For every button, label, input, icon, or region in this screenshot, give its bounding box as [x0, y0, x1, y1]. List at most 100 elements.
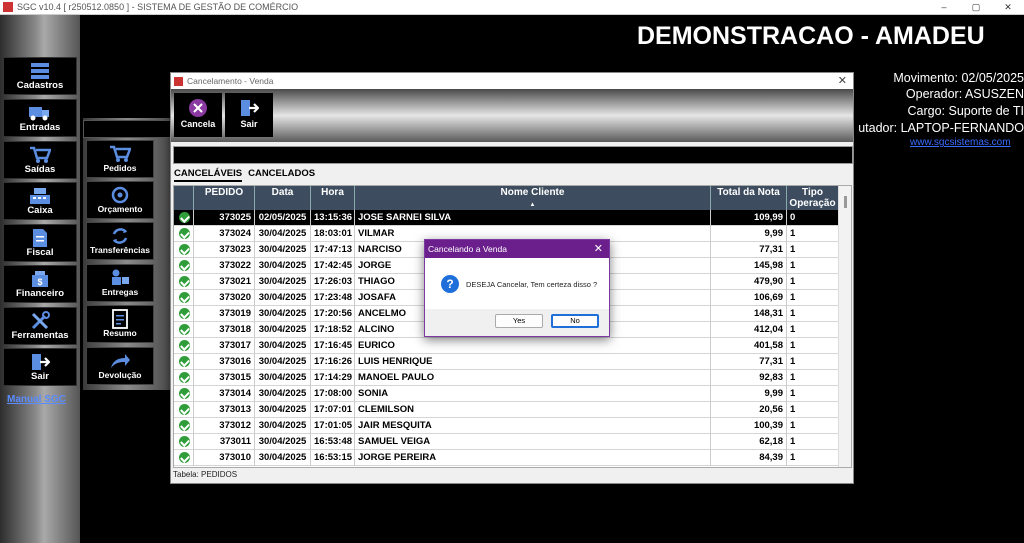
header-hora[interactable]: Hora	[311, 186, 355, 210]
sidebar-item-label: Saídas	[24, 164, 56, 175]
tab-cancelados[interactable]: CANCELADOS	[248, 168, 315, 182]
table-row[interactable]: 373011 30/04/2025 16:53:48 SAMUEL VEIGA 62,1…	[174, 434, 839, 450]
sidebar-item-saidas[interactable]: Saídas	[3, 141, 77, 179]
dialog-title: Cancelando a Venda	[428, 244, 507, 254]
submenu-item-orcamento[interactable]: Orçamento	[86, 181, 154, 219]
maximize-button[interactable]: ▢	[960, 0, 992, 15]
check-icon	[174, 258, 194, 274]
sidebar-item-sair[interactable]: Sair	[3, 348, 77, 386]
minimize-button[interactable]: –	[928, 0, 960, 15]
header-nome-cliente[interactable]: Nome Cliente ▲	[355, 186, 711, 210]
header-tipo-operacao[interactable]: Tipo Operação	[787, 186, 839, 210]
cell-tipo: 1	[787, 226, 839, 242]
cell-data: 30/04/2025	[255, 434, 311, 450]
cell-data: 30/04/2025	[255, 418, 311, 434]
sidebar-item-fiscal[interactable]: Fiscal	[3, 224, 77, 262]
vertical-scrollbar[interactable]	[838, 186, 851, 467]
table-header: PEDIDO Data Hora Nome Cliente ▲ Total da …	[174, 186, 839, 210]
check-icon	[174, 338, 194, 354]
database-icon	[4, 58, 76, 80]
submenu-item-devolucao[interactable]: Devolução	[86, 347, 154, 385]
scrollbar-thumb[interactable]	[844, 196, 847, 208]
cell-hora: 17:42:45	[311, 258, 355, 274]
sidebar-item-label: Sair	[31, 371, 49, 382]
return-icon	[87, 348, 153, 370]
sidebar-item-label: Fiscal	[26, 247, 54, 258]
cell-hora: 17:01:05	[311, 418, 355, 434]
movimento-label: Movimento: 02/05/2025	[893, 71, 1024, 85]
app-titlebar: SGC v10.4 [ r250512.0850 ] - SISTEMA DE …	[0, 0, 1024, 15]
cell-data: 30/04/2025	[255, 274, 311, 290]
sidebar-item-financeiro[interactable]: $ Financeiro	[3, 265, 77, 303]
sidebar-item-caixa[interactable]: Caixa	[3, 182, 77, 220]
no-button[interactable]: No	[551, 314, 599, 328]
check-icon-mark	[179, 356, 190, 367]
sidebar-item-entradas[interactable]: Entradas	[3, 99, 77, 137]
submenu-item-resumo[interactable]: Resumo	[86, 305, 154, 343]
cell-cliente: JAIR MESQUITA	[355, 418, 711, 434]
cell-total: 100,39	[711, 418, 787, 434]
dialog-close-button[interactable]: ✕	[594, 242, 603, 255]
manual-link[interactable]: Manual SGC	[7, 394, 66, 405]
submenu-item-pedidos[interactable]: Pedidos	[86, 140, 154, 178]
cancel-window-titlebar: Cancelamento - Venda ✕	[171, 73, 853, 89]
submenu-item-label: Pedidos	[103, 163, 137, 173]
cell-pedido: 373011	[194, 434, 255, 450]
cell-hora: 17:23:48	[311, 290, 355, 306]
sidebar-item-cadastros[interactable]: Cadastros	[3, 57, 77, 95]
cell-tipo: 1	[787, 338, 839, 354]
cancela-button[interactable]: Cancela	[174, 93, 222, 137]
cell-pedido: 373024	[194, 226, 255, 242]
cell-cliente: MANOEL PAULO	[355, 370, 711, 386]
cell-total: 62,18	[711, 434, 787, 450]
header-pedido[interactable]: PEDIDO	[194, 186, 255, 210]
cell-data: 30/04/2025	[255, 354, 311, 370]
table-row[interactable]: 373010 30/04/2025 16:53:15 JORGE PEREIRA 84,…	[174, 450, 839, 466]
check-icon-mark	[179, 324, 190, 335]
cell-pedido: 373017	[194, 338, 255, 354]
table-row[interactable]: 373025 02/05/2025 13:15:36 JOSE SARNEI SILV…	[174, 210, 839, 226]
tab-cancelaveis[interactable]: CANCELÁVEIS	[174, 168, 243, 182]
sidebar-item-ferramentas[interactable]: Ferramentas	[3, 307, 77, 345]
table-row[interactable]: 373017 30/04/2025 17:16:45 EURICO 401,58 1	[174, 338, 839, 354]
cell-total: 479,90	[711, 274, 787, 290]
submenu-item-entregas[interactable]: Entregas	[86, 264, 154, 302]
cancel-toolbar: Cancela Sair	[171, 89, 853, 142]
computador-label: utador: LAPTOP-FERNANDO	[858, 121, 1024, 135]
website-link[interactable]: www.sgcsistemas.com	[910, 137, 1011, 148]
table-row[interactable]: 373015 30/04/2025 17:14:29 MANOEL PAULO 92,8…	[174, 370, 839, 386]
cell-data: 30/04/2025	[255, 258, 311, 274]
check-icon	[174, 322, 194, 338]
dialog-body: ? DESEJA Cancelar, Tem certeza disso ?	[425, 258, 609, 310]
check-icon-mark	[179, 340, 190, 351]
cell-total: 77,31	[711, 242, 787, 258]
check-icon	[174, 370, 194, 386]
app-icon	[3, 2, 13, 12]
header-total[interactable]: Total da Nota	[711, 186, 787, 210]
cell-tipo: 1	[787, 370, 839, 386]
header-nome-cliente-label: Nome Cliente	[500, 187, 565, 198]
cell-cliente: JOSE SARNEI SILVA	[355, 210, 711, 226]
delivery-icon	[87, 265, 153, 287]
cell-total: 92,83	[711, 370, 787, 386]
cancel-window-title: Cancelamento - Venda	[187, 76, 274, 86]
table-row[interactable]: 373016 30/04/2025 17:16:26 LUIS HENRIQUE 77,…	[174, 354, 839, 370]
sidebar-item-label: Ferramentas	[11, 330, 69, 341]
yes-button[interactable]: Yes	[495, 314, 543, 328]
close-button[interactable]: ✕	[992, 0, 1024, 15]
exit-icon	[4, 349, 76, 371]
cell-tipo: 1	[787, 434, 839, 450]
cell-hora: 17:26:03	[311, 274, 355, 290]
cell-data: 30/04/2025	[255, 370, 311, 386]
sair-button[interactable]: Sair	[225, 93, 273, 137]
cell-data: 02/05/2025	[255, 210, 311, 226]
check-icon-mark	[179, 276, 190, 287]
table-row[interactable]: 373014 30/04/2025 17:08:00 SONIA 9,99 1	[174, 386, 839, 402]
header-data[interactable]: Data	[255, 186, 311, 210]
cell-data: 30/04/2025	[255, 338, 311, 354]
table-row[interactable]: 373013 30/04/2025 17:07:01 CLEMILSON 20,56 1	[174, 402, 839, 418]
submenu-item-transferencias[interactable]: Transferências	[86, 222, 154, 260]
submenu-item-label: Orçamento	[97, 204, 143, 214]
cancel-window-close-button[interactable]: ✕	[838, 74, 847, 87]
table-row[interactable]: 373012 30/04/2025 17:01:05 JAIR MESQUITA 100…	[174, 418, 839, 434]
